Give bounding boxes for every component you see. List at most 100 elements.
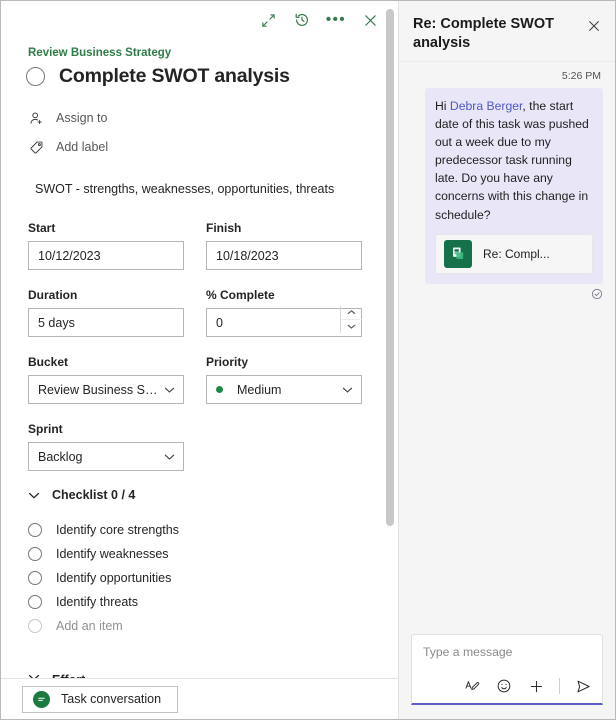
- priority-field-cell: Priority Medium: [206, 355, 362, 404]
- compose-area: Type a message: [399, 634, 615, 719]
- start-field-cell: Start 10/12/2023: [28, 221, 184, 270]
- quantity-stepper: [340, 306, 362, 333]
- list-item[interactable]: Identify threats: [28, 590, 374, 614]
- priority-label: Priority: [206, 355, 362, 369]
- message-input[interactable]: Type a message: [412, 635, 602, 659]
- task-complete-checkbox[interactable]: [26, 67, 45, 86]
- task-detail-pane: ••• Review Business Strategy Complete SW…: [1, 1, 399, 719]
- list-item[interactable]: Identify core strengths: [28, 518, 374, 542]
- finish-label: Finish: [206, 221, 362, 235]
- checklist-checkbox[interactable]: [28, 595, 42, 609]
- chat-header: Re: Complete SWOT analysis: [399, 1, 615, 62]
- duration-row: Duration 5 days % Complete 0: [28, 288, 361, 337]
- message-text: Hi Debra Berger, the start date of this …: [435, 97, 593, 223]
- finish-field-cell: Finish 10/18/2023: [206, 221, 362, 270]
- message-body: , the start date of this task was pushed…: [435, 99, 589, 221]
- duration-input[interactable]: 5 days: [28, 308, 184, 337]
- expand-icon[interactable]: [258, 10, 278, 30]
- mention-chip[interactable]: Debra Berger: [450, 99, 523, 113]
- tag-icon: [28, 139, 44, 155]
- priority-dot-icon: [216, 386, 223, 393]
- task-footer: Task conversation: [1, 678, 398, 719]
- chat-pane: Re: Complete SWOT analysis 5:26 PM Hi De…: [399, 1, 615, 719]
- scrollbar-thumb[interactable]: [386, 9, 394, 526]
- priority-value: Medium: [237, 383, 281, 397]
- sprint-spacer: [206, 422, 361, 471]
- percent-complete-input[interactable]: 0: [206, 308, 362, 337]
- chat-message-bubble: Hi Debra Berger, the start date of this …: [425, 88, 603, 283]
- checklist-item-label: Identify weaknesses: [56, 547, 169, 561]
- task-conversation-label: Task conversation: [61, 692, 161, 706]
- task-conversation-button[interactable]: Task conversation: [22, 686, 178, 713]
- percent-complete-cell: % Complete 0: [206, 288, 362, 337]
- priority-select[interactable]: Medium: [206, 375, 362, 404]
- task-scroll-area: ••• Review Business Strategy Complete SW…: [1, 1, 398, 678]
- toolbar-divider: [559, 678, 560, 694]
- finish-input[interactable]: 10/18/2023: [206, 241, 362, 270]
- chevron-down-icon: [164, 383, 175, 397]
- page-title: Complete SWOT analysis: [59, 65, 290, 88]
- bucket-field-cell: Bucket Review Business Stra...: [28, 355, 184, 404]
- checklist-item-label: Identify opportunities: [56, 571, 171, 585]
- planner-file-icon: [444, 240, 472, 268]
- attach-icon[interactable]: [527, 677, 545, 695]
- add-item-label: Add an item: [56, 619, 123, 633]
- format-icon[interactable]: [463, 677, 481, 695]
- effort-section-peek[interactable]: Effort: [28, 673, 85, 678]
- list-item[interactable]: Identify weaknesses: [28, 542, 374, 566]
- task-note[interactable]: SWOT - strengths, weaknesses, opportunit…: [35, 181, 368, 198]
- checklist-checkbox[interactable]: [28, 523, 42, 537]
- chevron-down-icon: [342, 383, 353, 397]
- start-label: Start: [28, 221, 184, 235]
- attachment-name: Re: Compl...: [483, 247, 550, 261]
- bucket-label: Bucket: [28, 355, 184, 369]
- add-checklist-item[interactable]: Add an item: [28, 614, 374, 638]
- sprint-label: Sprint: [28, 422, 184, 436]
- person-add-icon: [28, 110, 44, 126]
- sprint-field-cell: Sprint Backlog: [28, 422, 184, 471]
- message-greeting: Hi: [435, 99, 450, 113]
- compose-toolbar: [412, 677, 602, 703]
- stepper-up-icon[interactable]: [341, 306, 362, 320]
- chat-title: Re: Complete SWOT analysis: [413, 15, 579, 53]
- add-label-text: Add label: [56, 140, 108, 154]
- send-icon[interactable]: [574, 677, 592, 695]
- scrollbar[interactable]: [386, 7, 394, 672]
- delivered-status-icon: [411, 288, 603, 300]
- checklist-item-label: Identify threats: [56, 595, 138, 609]
- start-input[interactable]: 10/12/2023: [28, 241, 184, 270]
- checklist-checkbox-placeholder: [28, 619, 42, 633]
- compose-box[interactable]: Type a message: [411, 634, 603, 705]
- more-icon[interactable]: •••: [326, 10, 346, 30]
- close-icon[interactable]: [585, 17, 603, 35]
- assign-to-label: Assign to: [56, 111, 107, 125]
- checklist-checkbox[interactable]: [28, 547, 42, 561]
- dates-row: Start 10/12/2023 Finish 10/18/2023: [28, 221, 361, 270]
- percent-complete-label: % Complete: [206, 288, 362, 302]
- chevron-down-icon: [164, 450, 175, 464]
- history-icon[interactable]: [292, 10, 312, 30]
- assign-to-button[interactable]: Assign to: [28, 110, 107, 126]
- chat-icon: [33, 691, 50, 708]
- message-timestamp: 5:26 PM: [411, 70, 603, 82]
- checklist-section: Checklist 0 / 4 Identify core strengths …: [28, 488, 374, 638]
- chevron-down-icon: [28, 491, 40, 500]
- task-details-window: ••• Review Business Strategy Complete SW…: [0, 0, 616, 720]
- breadcrumb[interactable]: Review Business Strategy: [28, 47, 171, 59]
- chat-messages: 5:26 PM Hi Debra Berger, the start date …: [399, 62, 615, 634]
- duration-label: Duration: [28, 288, 184, 302]
- checklist-checkbox[interactable]: [28, 571, 42, 585]
- list-item[interactable]: Identify opportunities: [28, 566, 374, 590]
- more-glyph: •••: [326, 15, 346, 25]
- window-actions: •••: [258, 10, 380, 30]
- attachment-card[interactable]: Re: Compl...: [435, 234, 593, 274]
- close-icon[interactable]: [360, 10, 380, 30]
- add-label-button[interactable]: Add label: [28, 139, 108, 155]
- sprint-value: Backlog: [38, 450, 82, 464]
- checklist-header[interactable]: Checklist 0 / 4: [28, 488, 374, 502]
- sprint-select[interactable]: Backlog: [28, 442, 184, 471]
- emoji-icon[interactable]: [495, 677, 513, 695]
- task-title-row: Complete SWOT analysis: [26, 65, 290, 88]
- bucket-select[interactable]: Review Business Stra...: [28, 375, 184, 404]
- stepper-down-icon[interactable]: [341, 320, 362, 333]
